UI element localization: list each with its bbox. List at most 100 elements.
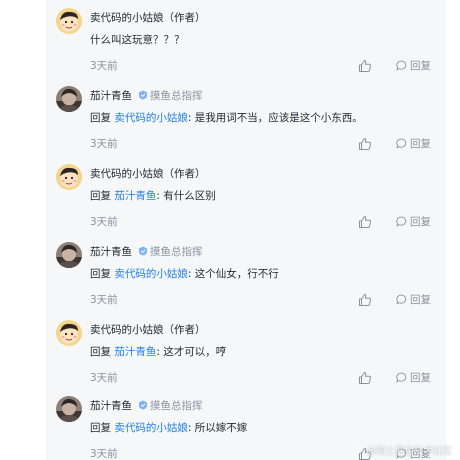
username[interactable]: 茄汁青鱼	[90, 90, 132, 102]
timestamp: 3天前	[90, 372, 118, 384]
comment-footer: 3天前 回复	[90, 370, 436, 386]
reply-button[interactable]: 回复	[396, 136, 431, 152]
reply-prefix: 回复	[90, 190, 115, 202]
comment-header: 卖代码的小姑娘（作者）	[90, 322, 206, 338]
user-photo-avatar-icon	[56, 86, 82, 112]
comment-body: 有什么区别	[163, 190, 216, 202]
like-button[interactable]	[358, 137, 372, 151]
reply-target-link[interactable]: 卖代码的小姑娘	[114, 268, 188, 280]
reply-prefix: 回复	[90, 422, 115, 434]
comment-header: 茄汁青鱼 摸鱼总指挥	[90, 88, 203, 104]
username[interactable]: 卖代码的小姑娘	[90, 168, 164, 180]
timestamp: 3天前	[90, 60, 118, 72]
reply-label: 回复	[410, 372, 431, 384]
comment-header: 卖代码的小姑娘（作者）	[90, 10, 206, 26]
timestamp: 3天前	[90, 216, 118, 228]
like-button[interactable]	[358, 371, 372, 385]
avatar[interactable]	[56, 8, 82, 34]
avatar[interactable]	[56, 396, 82, 422]
user-title: 摸鱼总指挥	[150, 90, 203, 102]
title-badge-icon	[139, 400, 147, 410]
reply-prefix: 回复	[90, 112, 115, 124]
reply-target-link[interactable]: 卖代码的小姑娘	[114, 422, 188, 434]
timestamp: 3天前	[90, 448, 118, 460]
reply-button[interactable]: 回复	[396, 370, 431, 386]
comment-header: 茄汁青鱼 摸鱼总指挥	[90, 244, 203, 260]
comment-item: 卖代码的小姑娘（作者） 什么叫这玩意？？？ 3天前 回复	[54, 8, 446, 86]
username[interactable]: 茄汁青鱼	[90, 400, 132, 412]
crayon-shin-chan-avatar-icon	[56, 320, 82, 346]
user-title: 摸鱼总指挥	[150, 246, 203, 258]
reply-target-link[interactable]: 卖代码的小姑娘	[114, 112, 188, 124]
reply-separator: :	[187, 422, 195, 434]
user-photo-avatar-icon	[56, 396, 82, 422]
user-title-badge: 摸鱼总指挥	[138, 90, 203, 102]
title-badge-icon	[139, 90, 147, 100]
comment-item: 茄汁青鱼 摸鱼总指挥 回复 卖代码的小姑娘: 这个仙女，行不行 3天前 回复	[54, 242, 446, 320]
username[interactable]: 卖代码的小姑娘	[90, 12, 164, 24]
crayon-shin-chan-avatar-icon	[56, 164, 82, 190]
comment-text: 回复 卖代码的小姑娘: 这个仙女，行不行	[90, 266, 279, 282]
comment-footer: 3天前 回复	[90, 58, 436, 74]
comment-body: 这个仙女，行不行	[194, 268, 279, 280]
reply-target-link[interactable]: 茄汁青鱼	[114, 346, 156, 358]
watermark-text: @稀土掘金技术社区	[366, 446, 452, 457]
reply-prefix: 回复	[90, 346, 115, 358]
comment-footer: 3天前 回复	[90, 136, 436, 152]
user-title: 摸鱼总指挥	[150, 400, 203, 412]
comment-text: 回复 卖代码的小姑娘: 所以嫁不嫁	[90, 420, 247, 436]
reply-prefix: 回复	[90, 268, 115, 280]
avatar[interactable]	[56, 164, 82, 190]
site-watermark: @稀土掘金技术社区	[354, 443, 452, 457]
like-button[interactable]	[358, 59, 372, 73]
avatar[interactable]	[56, 242, 82, 268]
comment-bubble-icon	[396, 138, 407, 149]
comment-header: 茄汁青鱼 摸鱼总指挥	[90, 398, 203, 414]
reply-label: 回复	[410, 294, 431, 306]
thumbs-up-icon	[359, 138, 372, 150]
reply-label: 回复	[410, 60, 431, 72]
comment-text: 回复 茄汁青鱼: 这才可以，哼	[90, 344, 226, 360]
author-tag: （作者）	[163, 168, 206, 180]
comment-footer: 3天前 回复	[90, 292, 436, 308]
avatar[interactable]	[56, 320, 82, 346]
comment-body: 这才可以，哼	[163, 346, 227, 358]
thumbs-up-icon	[359, 372, 372, 384]
comment-text: 什么叫这玩意？？？	[90, 32, 185, 48]
comment-body: 所以嫁不嫁	[194, 422, 248, 434]
title-badge-icon	[139, 246, 147, 256]
timestamp: 3天前	[90, 138, 118, 150]
comment-item: 卖代码的小姑娘（作者） 回复 茄汁青鱼: 有什么区别 3天前 回复	[54, 164, 446, 242]
author-tag: （作者）	[163, 324, 206, 336]
comment-footer: 3天前 回复	[90, 214, 436, 230]
timestamp: 3天前	[90, 294, 118, 306]
comment-bubble-icon	[396, 372, 407, 383]
comment-bubble-icon	[396, 294, 407, 305]
user-title-badge: 摸鱼总指挥	[138, 246, 203, 258]
comment-bubble-icon	[396, 60, 407, 71]
author-tag: （作者）	[163, 12, 206, 24]
username[interactable]: 茄汁青鱼	[90, 246, 132, 258]
user-photo-avatar-icon	[56, 242, 82, 268]
reply-button[interactable]: 回复	[396, 58, 431, 74]
reply-separator: :	[187, 112, 195, 124]
comment-body: 是我用词不当，应该是这个小东西。	[194, 112, 363, 124]
comment-header: 卖代码的小姑娘（作者）	[90, 166, 206, 182]
reply-label: 回复	[410, 138, 431, 150]
crayon-shin-chan-avatar-icon	[56, 8, 82, 34]
comment-bubble-icon	[396, 216, 407, 227]
reply-button[interactable]: 回复	[396, 214, 431, 230]
avatar[interactable]	[56, 86, 82, 112]
like-button[interactable]	[358, 215, 372, 229]
reply-target-link[interactable]: 茄汁青鱼	[114, 190, 156, 202]
reply-label: 回复	[410, 216, 431, 228]
username[interactable]: 卖代码的小姑娘	[90, 324, 164, 336]
comment-item: 茄汁青鱼 摸鱼总指挥 回复 卖代码的小姑娘: 是我用词不当，应该是这个小东西。 3…	[54, 86, 446, 164]
user-title-badge: 摸鱼总指挥	[138, 400, 203, 412]
like-button[interactable]	[358, 293, 372, 307]
comment-body: 什么叫这玩意？？？	[90, 34, 185, 46]
thumbs-up-icon	[359, 294, 372, 306]
comment-thread-screenshot: 卖代码的小姑娘（作者） 什么叫这玩意？？？ 3天前 回复 茄汁青鱼 摸鱼总指挥 …	[0, 0, 460, 460]
comment-text: 回复 茄汁青鱼: 有什么区别	[90, 188, 216, 204]
reply-button[interactable]: 回复	[396, 292, 431, 308]
